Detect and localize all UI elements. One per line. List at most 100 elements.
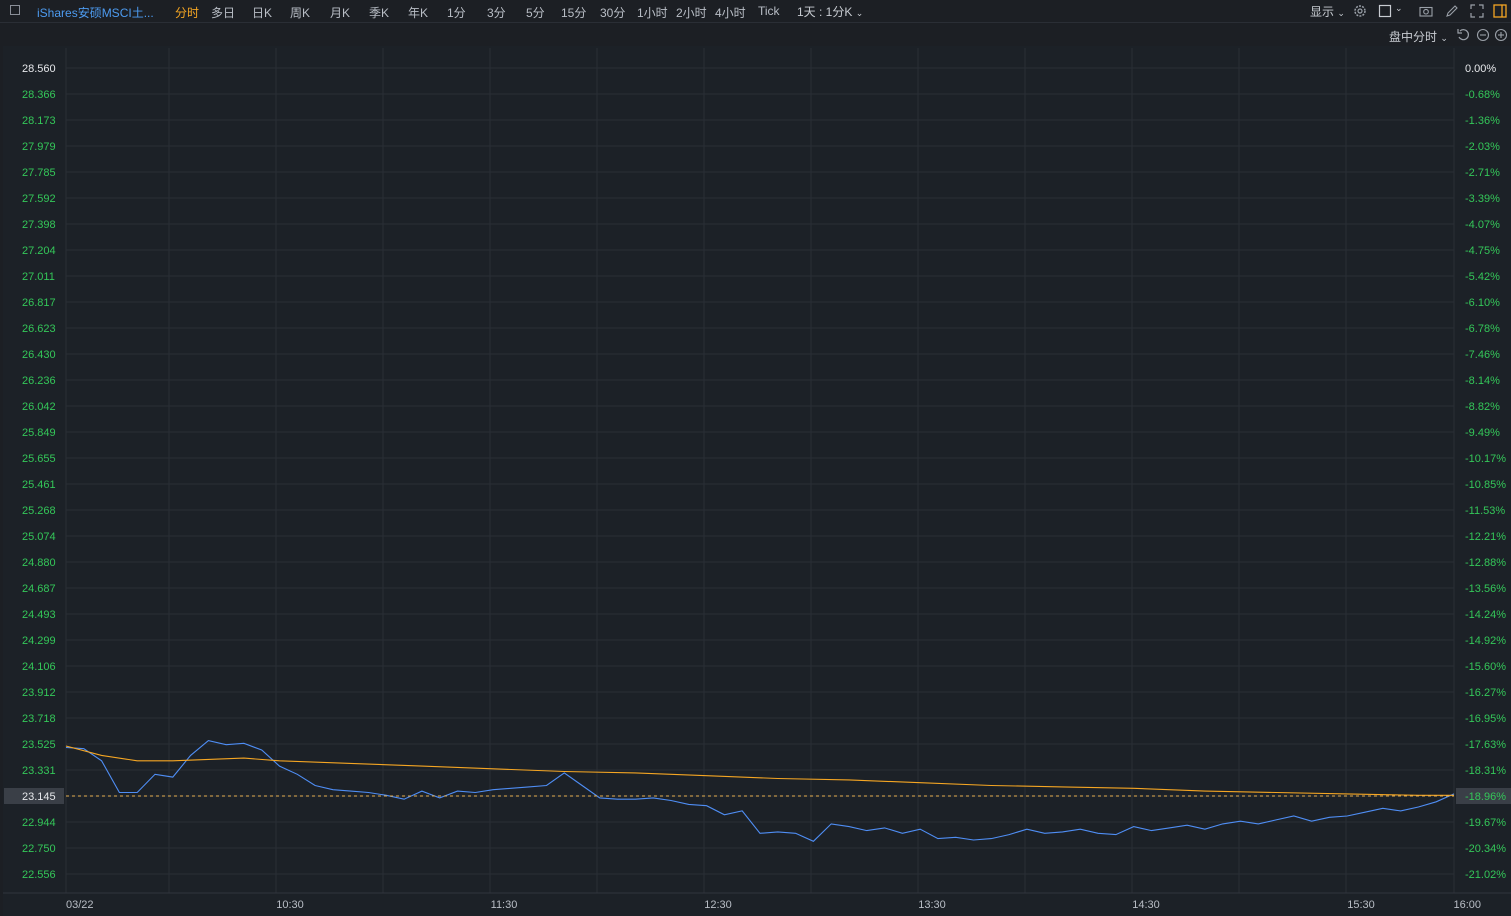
y-tick-label: 22.556 [22,869,56,881]
x-tick-label: 12:30 [704,899,732,911]
average-line [65,745,1454,796]
pct-tick-label: -8.14% [1465,375,1500,387]
x-tick-label: 03/22 [66,899,94,911]
y-tick-label: 25.461 [22,479,56,491]
current-pct-tag [1456,788,1511,804]
y-tick-label: 24.687 [22,583,56,595]
y-tick-label: 23.912 [22,687,56,699]
pct-tick-label: -18.31% [1465,765,1506,777]
y-tick-label: 24.493 [22,609,56,621]
timeframe-9[interactable]: 5分 [526,4,545,21]
pct-tick-label: -11.53% [1465,505,1505,517]
timeframe-6[interactable]: 年K [408,4,428,21]
y-tick-label: 27.398 [22,219,56,231]
fullscreen-icon[interactable] [1470,4,1484,18]
y-tick-label: 24.106 [22,661,56,673]
session-select[interactable]: 盘中分时 ⌄ [1389,28,1448,45]
pct-tick-label: -1.36% [1465,115,1500,127]
pct-tick-label: -5.42% [1465,271,1500,283]
y-tick-label: 28.560 [22,63,56,75]
pct-tick-label: -2.71% [1465,167,1500,179]
pct-tick-label: -15.60% [1465,661,1506,673]
chevron-down-icon: ⌄ [1440,33,1448,43]
pct-tick-label: -4.07% [1465,219,1500,231]
pct-tick-label: -10.85% [1465,479,1506,491]
chart-grid [3,46,1511,916]
timeframe-5[interactable]: 季K [369,4,389,21]
toolbar: iShares安硕MSCI土... 分时 多日 日K 周K 月K 季K 年K 1分 3分 5分 15… [0,0,1511,23]
y-tick-label: 27.785 [22,167,56,179]
chart-series [65,740,1455,842]
pct-tick-label: -7.46% [1465,349,1500,361]
timeframe-14[interactable]: 4小时 [715,4,746,21]
y-tick-label: 24.299 [22,635,56,647]
gear-icon[interactable] [1353,4,1367,18]
y-tick-label: 26.236 [22,375,56,387]
y-tick-label: 26.623 [22,323,56,335]
chevron-down-icon[interactable]: ⌄ [1395,3,1403,14]
intraday-chart[interactable]: 28.560 28.366 28.173 27.979 27.785 27.592 27.3… [0,0,1511,916]
pct-tick-label: -3.39% [1465,193,1500,205]
x-tick-label: 16:00 [1453,899,1481,911]
pct-tick-label: -20.34% [1465,843,1506,855]
current-price-marker: 23.145 -18.96% [4,788,1511,804]
zoom-in-icon[interactable] [1494,28,1508,42]
pct-tick-label: 0.00% [1465,63,1496,75]
camera-icon[interactable] [1419,4,1433,18]
pct-tick-label: -6.78% [1465,323,1500,335]
price-axis: 28.560 28.366 28.173 27.979 27.785 27.592 27.3… [22,63,56,881]
pct-tick-label: -19.67% [1465,817,1506,829]
y-tick-label: 26.042 [22,401,56,413]
display-menu[interactable]: 显示 ⌄ [1310,3,1345,20]
timeframe-15[interactable]: Tick [758,4,780,18]
y-tick-label: 23.718 [22,713,56,725]
pct-tick-label: -10.17% [1465,453,1506,465]
timeframe-13[interactable]: 2小时 [676,4,707,21]
timeframe-12[interactable]: 1小时 [637,4,668,21]
y-tick-label: 23.525 [22,739,56,751]
y-tick-label: 27.011 [22,271,55,283]
pct-tick-label: -12.21% [1465,531,1506,543]
symbol-title[interactable]: iShares安硕MSCI土... [37,4,154,21]
timeframe-7[interactable]: 1分 [447,4,466,21]
x-tick-label: 10:30 [276,899,304,911]
session-label: 盘中分时 [1389,30,1438,44]
timeframe-1[interactable]: 多日 [211,4,235,21]
checkbox-icon[interactable] [10,5,20,15]
timeframe-10[interactable]: 15分 [561,4,586,21]
pct-tick-label: -0.68% [1465,89,1500,101]
y-tick-label: 25.074 [22,531,56,543]
timeframe-3[interactable]: 周K [290,4,310,21]
square-icon[interactable] [1378,4,1392,18]
timeframe-4[interactable]: 月K [330,4,350,21]
percent-axis: 0.00% -0.68% -1.36% -2.03% -2.71% -3.39% -4.07… [1465,63,1506,881]
x-tick-label: 15:30 [1347,899,1375,911]
timeframe-11[interactable]: 30分 [600,4,625,21]
period-select[interactable]: 1天 : 1分K ⌄ [797,3,863,20]
y-tick-label: 25.849 [22,427,56,439]
pct-tick-label: -9.49% [1465,427,1500,439]
x-tick-label: 13:30 [918,899,946,911]
undo-icon[interactable] [1456,28,1470,42]
pct-tick-label: -14.92% [1465,635,1506,647]
timeframe-0[interactable]: 分时 [175,4,199,21]
current-price-text: 23.145 [22,791,56,803]
plot-area [3,46,1511,916]
layout-icon[interactable] [1493,4,1507,18]
current-pct-text: -18.96% [1465,791,1506,803]
pct-tick-label: -16.27% [1465,687,1506,699]
y-tick-label: 27.979 [22,141,56,153]
pct-tick-label: -21.02% [1465,869,1506,881]
timeframe-8[interactable]: 3分 [487,4,506,21]
pct-tick-label: -2.03% [1465,141,1500,153]
pct-tick-label: -13.56% [1465,583,1506,595]
price-line [65,740,1455,842]
pct-tick-label: -4.75% [1465,245,1500,257]
display-label: 显示 [1310,5,1335,19]
y-tick-label: 23.331 [22,765,56,777]
timeframe-2[interactable]: 日K [252,4,272,21]
y-tick-label: 28.173 [22,115,56,127]
zoom-out-icon[interactable] [1476,28,1490,42]
pencil-icon[interactable] [1445,4,1459,18]
y-tick-label: 23.145 [22,791,56,803]
